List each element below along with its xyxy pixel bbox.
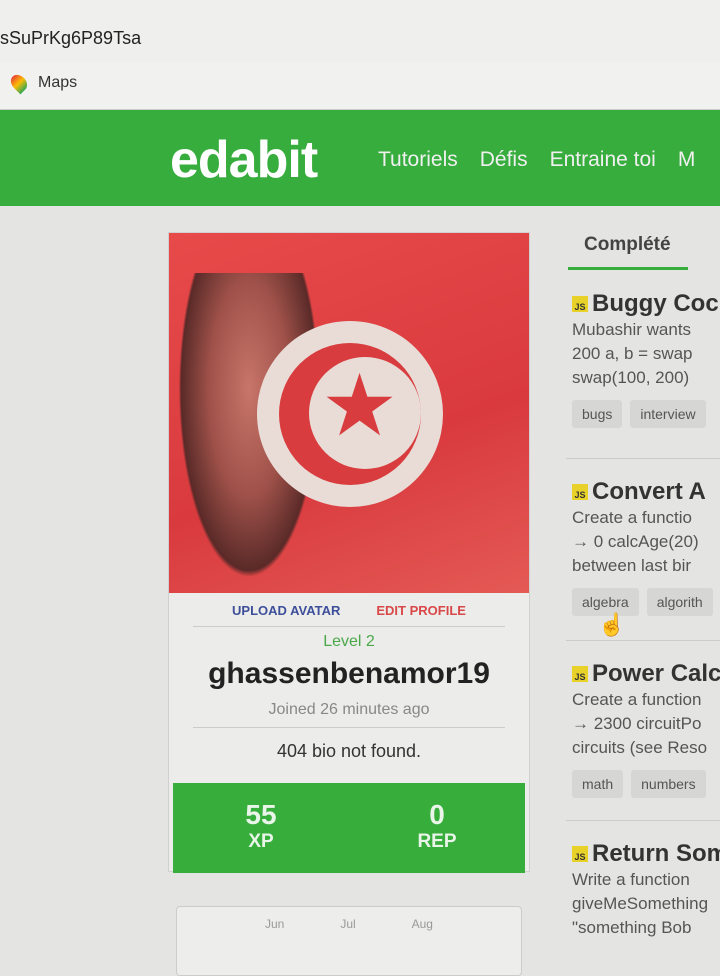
challenge-desc: Write a function (572, 870, 690, 889)
username: ghassenbenamor19 (208, 657, 490, 690)
upload-avatar-link[interactable]: UPLOAD AVATAR (232, 603, 340, 618)
challenge-desc: → 2300 circuitPo (572, 714, 702, 733)
month-label: Aug (411, 917, 433, 931)
xp-label: XP (248, 831, 274, 852)
tag[interactable]: math (572, 770, 624, 798)
xp-stat: 55 XP (173, 783, 349, 873)
challenge-item[interactable]: JS Buggy Coc Mubashir wants 200 a, b = sw… (572, 290, 720, 428)
divider (193, 727, 505, 728)
rep-stat: 0 REP (349, 783, 525, 873)
tag[interactable]: algorith (646, 588, 713, 616)
activity-calendar: Jun Jul Aug (176, 906, 522, 976)
js-icon: JS (572, 666, 588, 682)
challenge-title[interactable]: Return Som (592, 840, 720, 868)
edit-profile-link[interactable]: EDIT PROFILE (376, 603, 466, 618)
tag[interactable]: bugs (572, 400, 623, 428)
rep-value: 0 (429, 799, 445, 830)
challenge-desc: 200 a, b = swap (572, 344, 693, 363)
divider (566, 458, 720, 459)
avatar: ★ (169, 233, 529, 593)
nav-defis[interactable]: Défis (480, 148, 528, 172)
challenge-desc: swap(100, 200) (572, 368, 690, 387)
challenge-desc: giveMeSomething (572, 894, 709, 913)
bio: 404 bio not found. (276, 741, 422, 761)
challenge-item[interactable]: JS Convert A Create a functio → 0 calcAge… (572, 478, 720, 616)
tunisia-flag-emblem-icon: ★ (257, 321, 443, 507)
challenge-title[interactable]: Convert A (592, 478, 706, 506)
bookmarks-bar: Maps (0, 62, 720, 110)
maps-pin-icon (7, 71, 31, 95)
nav-entraine-toi[interactable]: Entraine toi (550, 148, 656, 172)
level: Level 2 (323, 633, 375, 650)
js-icon: JS (572, 484, 588, 500)
month-label: Jun (264, 917, 285, 931)
challenge-desc: "something Bob (572, 918, 692, 937)
xp-value: 55 (245, 799, 277, 830)
challenge-item[interactable]: JS Power Calc Create a function → 2300 ci… (572, 660, 720, 798)
challenge-title[interactable]: Buggy Coc (592, 290, 719, 318)
stats-panel: 55 XP 0 REP (173, 783, 525, 873)
nav-tutoriels[interactable]: Tutoriels (378, 148, 458, 172)
top-nav: edabit Tutoriels Défis Entraine toi M (0, 110, 720, 206)
tag[interactable]: interview (630, 400, 706, 428)
divider (193, 626, 505, 627)
challenge-item[interactable]: JS Return Som Write a function giveMeSome… (572, 840, 720, 940)
challenge-desc: between last bir (572, 556, 692, 575)
challenge-desc: Create a functio (572, 508, 693, 527)
joined-time: Joined 26 minutes ago (268, 701, 430, 718)
profile-card: ★ UPLOAD AVATAR EDIT PROFILE Level 2 gha… (168, 232, 530, 873)
js-icon: JS (572, 846, 588, 862)
challenge-desc: Mubashir wants (572, 320, 692, 339)
divider (566, 640, 720, 641)
month-label: Jul (340, 917, 356, 931)
nav-more[interactable]: M (678, 148, 696, 172)
bookmark-maps[interactable]: Maps (7, 71, 78, 95)
logo[interactable]: edabit (170, 130, 318, 190)
tab-complete[interactable]: Complété (584, 234, 671, 256)
js-icon: JS (572, 296, 588, 312)
challenge-desc: Create a function (572, 690, 702, 709)
challenge-desc: → 0 calcAge(20) (572, 532, 699, 551)
rep-label: REP (417, 831, 457, 852)
hand-cursor-icon: ☝ (598, 612, 626, 637)
divider (566, 820, 720, 821)
url-text: sSuPrKg6P89Tsa (0, 28, 142, 48)
address-bar[interactable]: sSuPrKg6P89Tsa (0, 0, 720, 62)
tag[interactable]: numbers (631, 770, 706, 798)
active-tab-indicator (568, 267, 688, 270)
challenge-desc: circuits (see Reso (572, 738, 708, 757)
bookmark-label: Maps (38, 74, 78, 91)
challenge-title[interactable]: Power Calc (592, 660, 720, 688)
